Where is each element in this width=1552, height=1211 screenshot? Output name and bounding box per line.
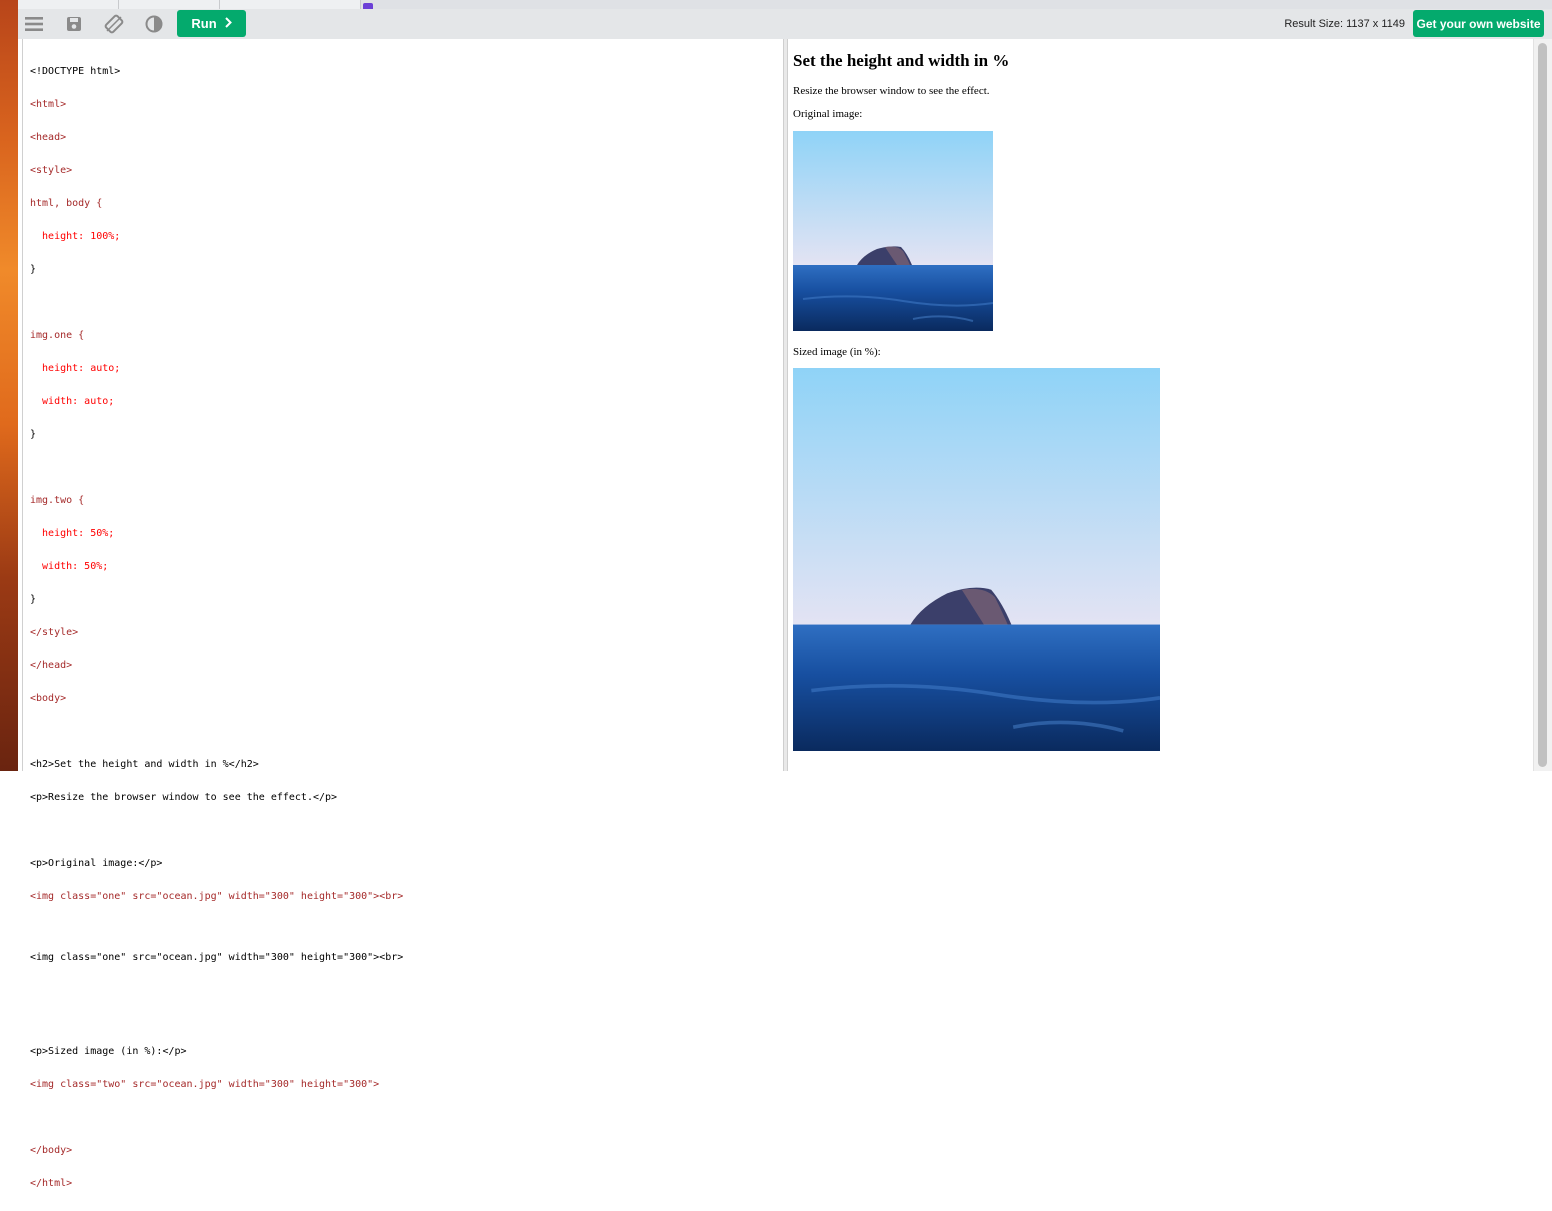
browser-tab[interactable]: [119, 0, 220, 9]
menu-icon[interactable]: [23, 14, 45, 34]
result-size-label: Result Size: 1137 x 1149: [1284, 18, 1405, 30]
rotate-icon[interactable]: [103, 14, 125, 34]
run-button[interactable]: Run: [177, 10, 246, 37]
code-line[interactable]: img.one {: [30, 330, 403, 341]
code-line[interactable]: <img class="one" src="ocean.jpg" width="…: [30, 891, 403, 902]
get-own-website-button[interactable]: Get your own website: [1413, 10, 1544, 37]
code-line[interactable]: height: auto;: [30, 363, 403, 374]
code-line-gap: [30, 924, 403, 930]
code-line[interactable]: <p>Sized image (in %):</p>: [30, 1046, 403, 1057]
result-heading: Set the height and width in %: [793, 51, 1010, 70]
code-line-gap: [30, 1018, 403, 1024]
ocean-image-original: [793, 131, 993, 331]
code-line[interactable]: <!DOCTYPE html>: [30, 66, 403, 77]
code-line[interactable]: [30, 297, 403, 308]
code-line[interactable]: }: [30, 264, 403, 275]
save-icon[interactable]: [63, 14, 85, 34]
code-line[interactable]: <p>Resize the browser window to see the …: [30, 792, 403, 803]
code-line[interactable]: </body>: [30, 1145, 403, 1156]
code-line[interactable]: <p>Original image:</p>: [30, 858, 403, 869]
code-line[interactable]: height: 100%;: [30, 231, 403, 242]
scrollbar-thumb[interactable]: [1538, 43, 1547, 767]
browser-tab-strip: [18, 0, 1552, 11]
ocean-image-sized: [793, 368, 1160, 751]
contrast-icon[interactable]: [143, 14, 165, 34]
code-line[interactable]: height: 50%;: [30, 528, 403, 539]
code-line[interactable]: [30, 985, 403, 996]
code-line[interactable]: <head>: [30, 132, 403, 143]
code-line[interactable]: [30, 825, 403, 836]
code-line[interactable]: [30, 726, 403, 737]
code-line[interactable]: <style>: [30, 165, 403, 176]
run-button-label: Run: [191, 16, 217, 31]
code-line-unhighlighted[interactable]: <img class="one" src="ocean.jpg" width="…: [30, 952, 403, 963]
code-line[interactable]: [30, 1112, 403, 1123]
code-line[interactable]: <html>: [30, 99, 403, 110]
code-line[interactable]: img.two {: [30, 495, 403, 506]
chevron-right-icon: [224, 16, 232, 31]
result-frame[interactable]: Set the height and width in % Resize the…: [788, 39, 1533, 771]
code-line[interactable]: [30, 462, 403, 473]
original-image-label: Original image:: [793, 108, 863, 120]
code-content[interactable]: <!DOCTYPE html> <html> <head> <style> ht…: [30, 44, 403, 1211]
editor-toolbar: Run Result Size: 1137 x 1149 Get your ow…: [18, 9, 1552, 39]
code-line[interactable]: </html>: [30, 1178, 403, 1189]
desktop-wallpaper: [0, 0, 18, 771]
sized-image-label: Sized image (in %):: [793, 346, 881, 358]
code-line[interactable]: </head>: [30, 660, 403, 671]
code-line[interactable]: html, body {: [30, 198, 403, 209]
code-line[interactable]: <body>: [30, 693, 403, 704]
result-paragraph: Resize the browser window to see the eff…: [793, 85, 990, 97]
code-line[interactable]: <h2>Set the height and width in %</h2>: [30, 759, 403, 770]
browser-tab[interactable]: [18, 0, 119, 9]
code-editor[interactable]: <!DOCTYPE html> <html> <head> <style> ht…: [22, 39, 784, 1189]
code-line[interactable]: }: [30, 594, 403, 605]
code-line[interactable]: <img class="two" src="ocean.jpg" width="…: [30, 1079, 403, 1090]
code-line[interactable]: width: auto;: [30, 396, 403, 407]
code-line[interactable]: </style>: [30, 627, 403, 638]
result-scrollbar[interactable]: [1533, 39, 1552, 771]
code-line[interactable]: }: [30, 429, 403, 440]
browser-tab[interactable]: [220, 0, 361, 9]
code-line[interactable]: width: 50%;: [30, 561, 403, 572]
